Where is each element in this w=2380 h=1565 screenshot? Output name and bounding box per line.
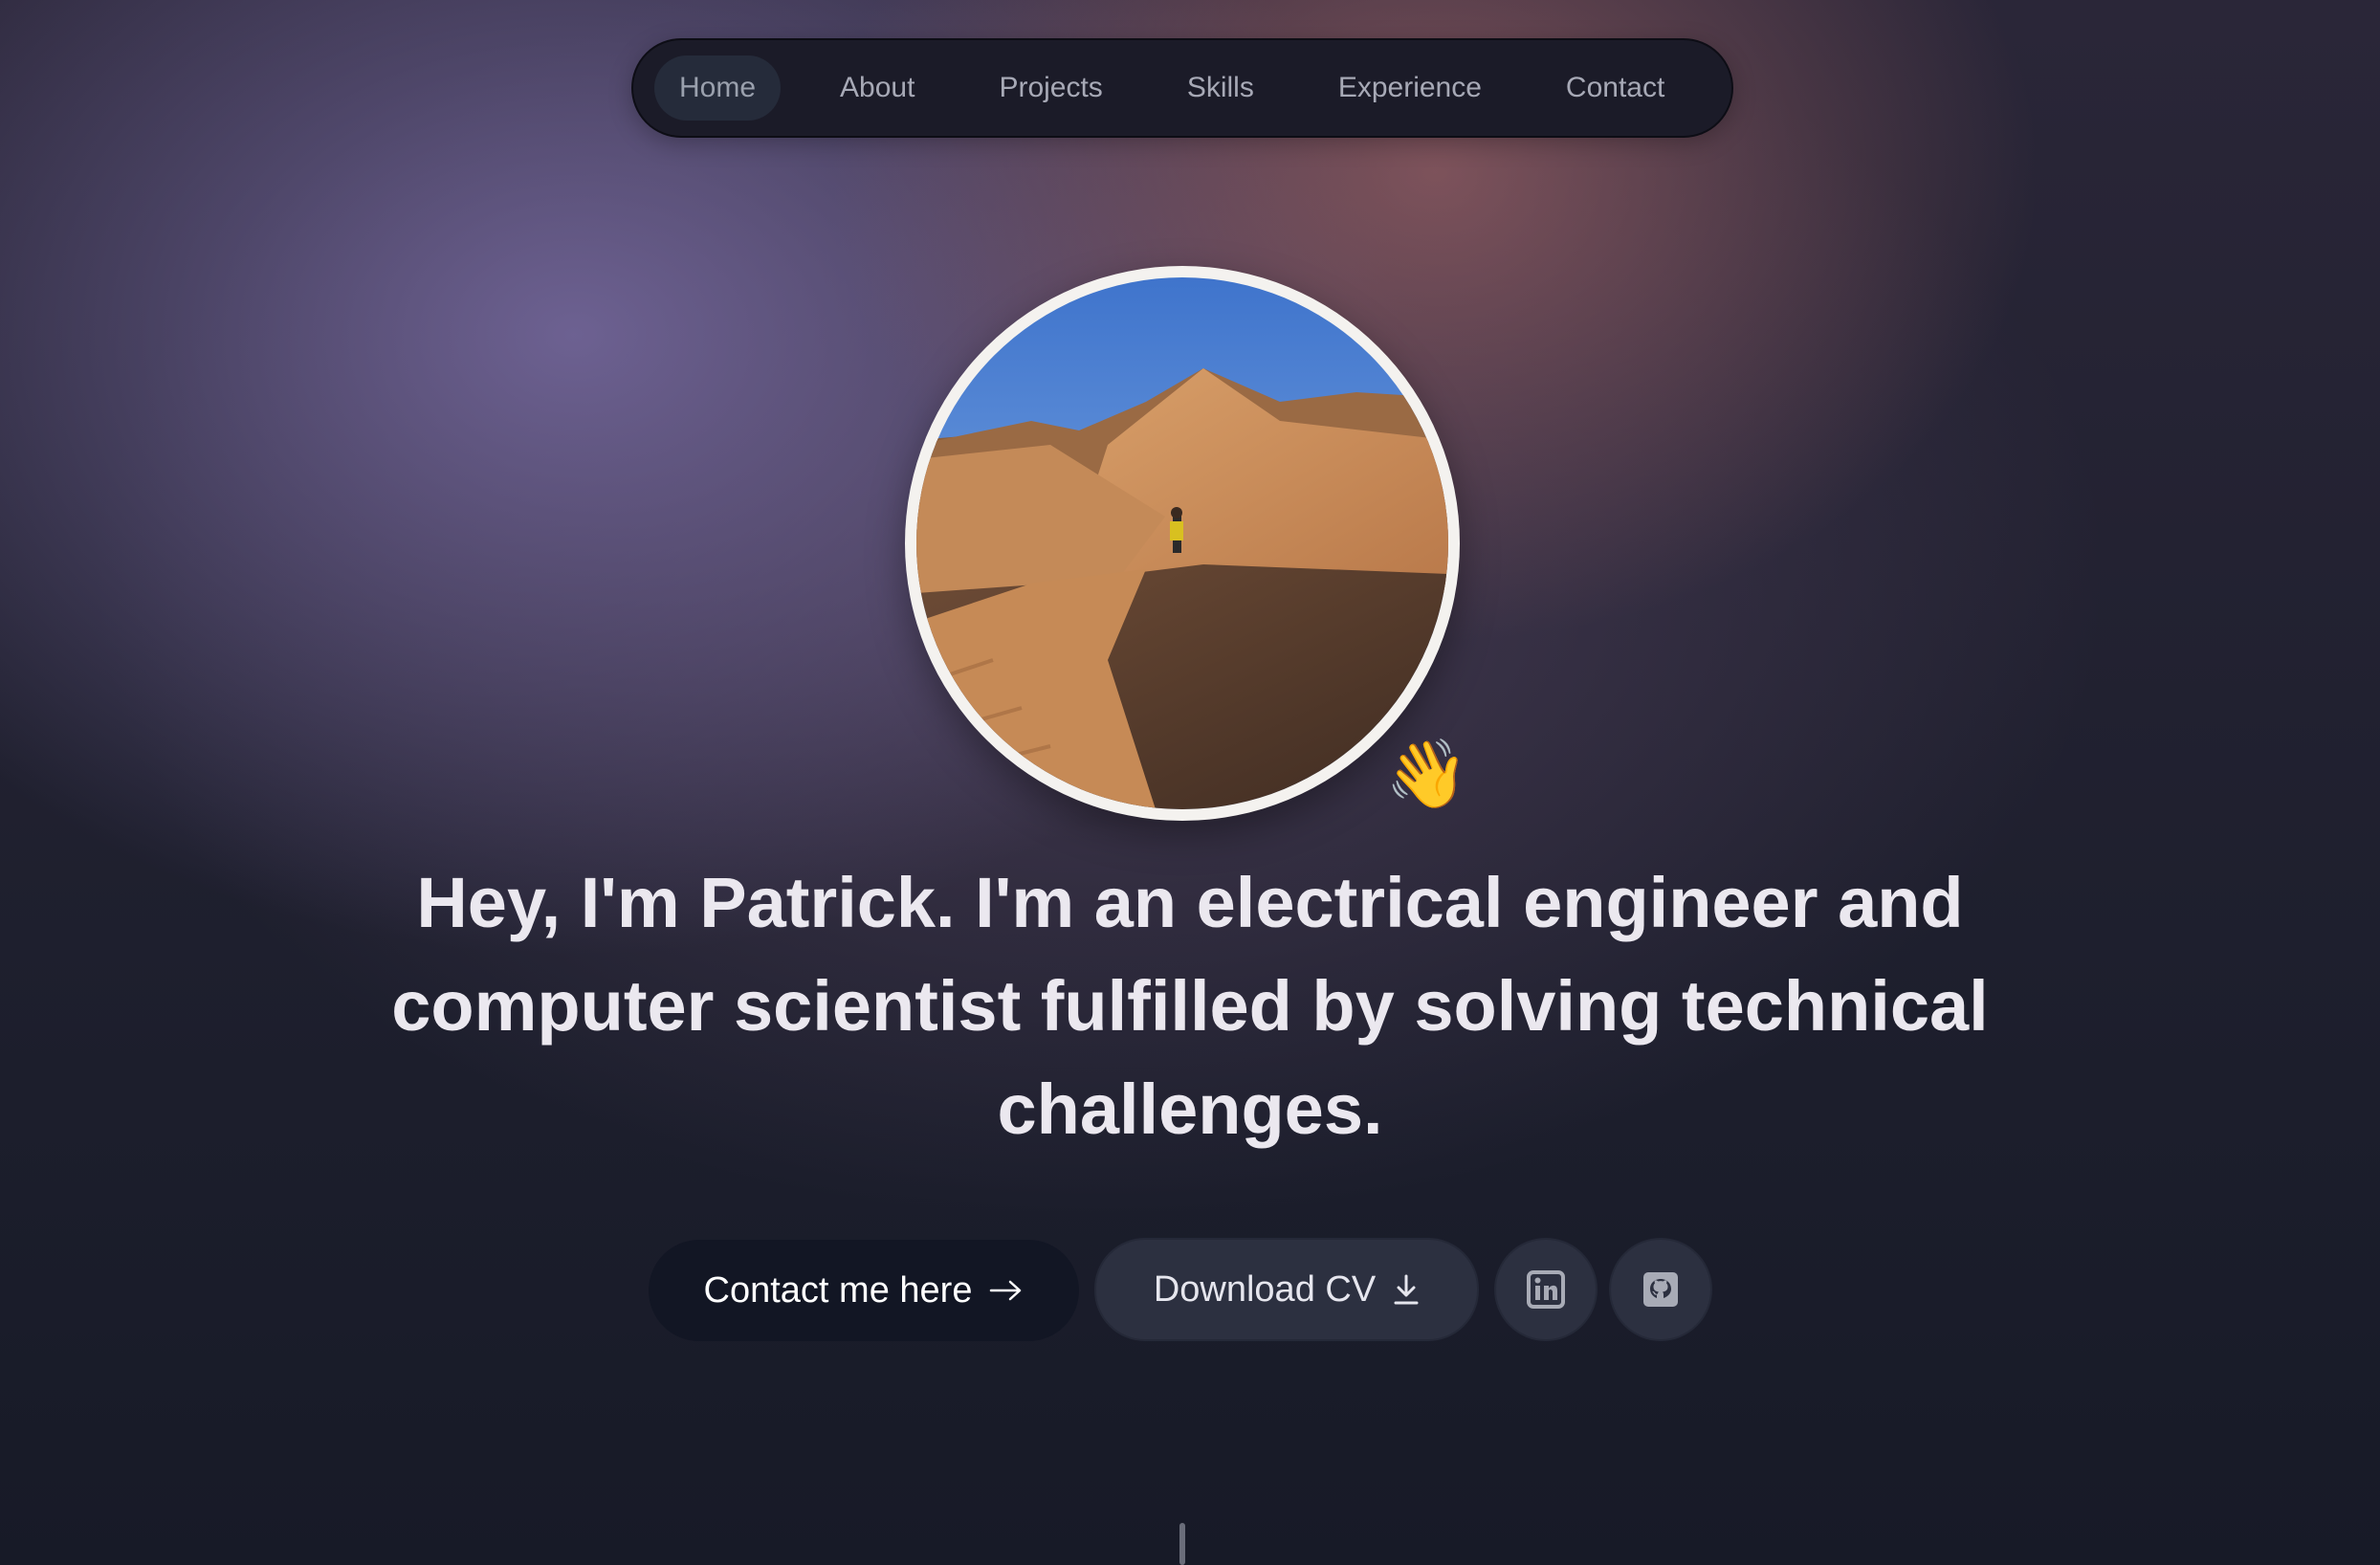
headline-greeting: Hey, I'm Patrick.: [416, 863, 956, 942]
waving-hand-icon: 👋: [1385, 737, 1469, 811]
headline-text: fulfilled by solving technical challenge…: [997, 966, 1989, 1149]
linkedin-icon: [1527, 1270, 1565, 1309]
contact-button[interactable]: Contact me here: [649, 1240, 1079, 1341]
download-cv-label: Download CV: [1153, 1268, 1377, 1310]
linkedin-button[interactable]: [1494, 1238, 1598, 1341]
main-nav: Home About Projects Skills Experience Co…: [631, 38, 1733, 138]
download-icon: [1394, 1274, 1419, 1305]
profile-photo: [916, 277, 1448, 809]
github-button[interactable]: [1609, 1238, 1712, 1341]
contact-button-label: Contact me here: [703, 1269, 973, 1311]
github-icon: [1643, 1272, 1678, 1307]
nav-item-contact[interactable]: Contact: [1541, 55, 1689, 121]
headline-role-2: computer scientist: [391, 966, 1022, 1046]
arrow-right-icon: [990, 1280, 1022, 1301]
headline-text: I'm an: [955, 863, 1197, 942]
headline-role-1: electrical engineer: [1196, 863, 1818, 942]
nav-item-experience[interactable]: Experience: [1313, 55, 1507, 121]
headline-text: and: [1818, 863, 1964, 942]
download-cv-button[interactable]: Download CV: [1094, 1238, 1479, 1341]
nav-item-home[interactable]: Home: [654, 55, 782, 121]
nav-item-about[interactable]: About: [815, 55, 939, 121]
nav-item-projects[interactable]: Projects: [974, 55, 1127, 121]
hero-headline: Hey, I'm Patrick. I'm an electrical engi…: [383, 851, 1997, 1161]
nav-item-skills[interactable]: Skills: [1162, 55, 1279, 121]
avatar: [905, 266, 1460, 821]
scroll-indicator: [1179, 1523, 1185, 1565]
